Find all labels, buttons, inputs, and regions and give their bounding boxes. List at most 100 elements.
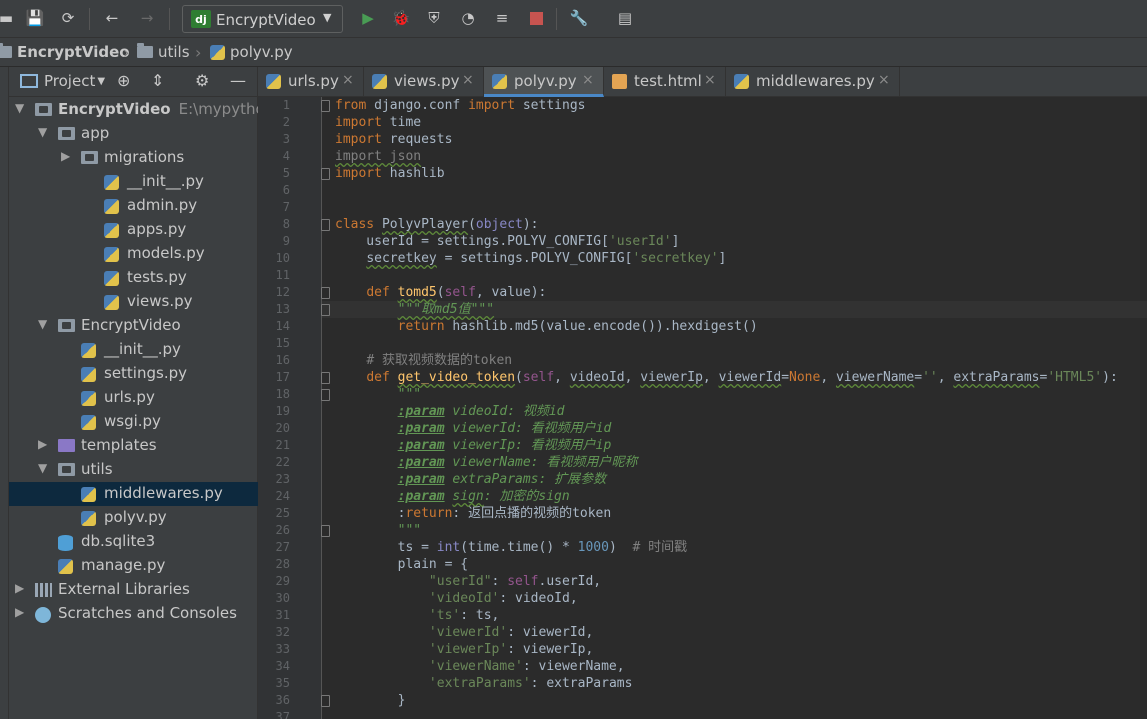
code-line[interactable]: userId = settings.POLYV_CONFIG['userId'] — [335, 233, 679, 250]
breadcrumb-item[interactable]: EncryptVideo — [0, 43, 130, 61]
code-line[interactable]: 'viewerName': viewerName, — [335, 658, 625, 675]
open-icon[interactable]: ▬ — [0, 7, 17, 29]
tree-item[interactable]: ▶ migrations — [9, 146, 258, 170]
code-line[interactable]: """ — [335, 522, 421, 539]
fold-marker-icon[interactable] — [321, 287, 330, 299]
forward-icon[interactable]: → — [136, 7, 158, 29]
tree-item[interactable]: urls.py — [9, 386, 258, 410]
close-icon[interactable]: × — [342, 72, 354, 88]
code-line[interactable]: 'ts': ts, — [335, 607, 499, 624]
stop-icon[interactable] — [525, 7, 547, 29]
chevron-right-icon[interactable]: ▶ — [15, 605, 27, 619]
code-line[interactable]: :param viewerId: 看视频用户id — [335, 420, 612, 437]
tab-test-html[interactable]: test.html × — [604, 67, 726, 97]
structure-icon[interactable]: ▤ — [614, 7, 636, 29]
tree-item[interactable]: __init__.py — [9, 338, 258, 362]
code-line[interactable]: 'extraParams': extraParams — [335, 675, 633, 692]
coverage-icon[interactable]: ⛨ — [423, 7, 445, 29]
code-line[interactable]: 'videoId': videoId, — [335, 590, 578, 607]
tree-item[interactable]: admin.py — [9, 194, 258, 218]
profile-icon[interactable]: ◔ — [457, 7, 479, 29]
tree-item[interactable]: models.py — [9, 242, 258, 266]
tree-item[interactable]: ▶ Scratches and Consoles — [9, 602, 258, 626]
tree-item[interactable]: manage.py — [9, 554, 258, 578]
tree-item[interactable]: apps.py — [9, 218, 258, 242]
code-line[interactable]: def get_video_token(self, videoId, viewe… — [335, 369, 1117, 386]
close-icon[interactable]: × — [582, 72, 594, 88]
back-icon[interactable]: ← — [101, 7, 123, 29]
code-line[interactable]: class PolyvPlayer(object): — [335, 216, 539, 233]
tree-item[interactable]: polyv.py — [9, 506, 258, 530]
line-number-gutter[interactable]: 1 2 3 4 5 6 7 8 9 10 11 12 13 14 15 16 17 18 19 20 21 22 23 24 2… — [258, 97, 322, 719]
code-line[interactable]: """ — [335, 386, 421, 403]
chevron-down-icon[interactable]: ▼ — [38, 317, 50, 331]
sync-icon[interactable]: ⟳ — [57, 7, 79, 29]
tree-item[interactable]: middlewares.py — [9, 482, 258, 506]
code-line[interactable]: :param videoId: 视频id — [335, 403, 565, 420]
settings-icon[interactable]: 🔧 — [568, 7, 590, 29]
tree-item[interactable]: ▼ utils — [9, 458, 258, 482]
breadcrumb-item[interactable]: utils — [137, 43, 190, 61]
fold-marker-icon[interactable] — [321, 168, 330, 180]
run-icon[interactable]: ▶ — [357, 7, 379, 29]
chevron-down-icon[interactable]: ▼ — [15, 101, 27, 115]
fold-marker-icon[interactable] — [321, 525, 330, 537]
tree-item[interactable]: wsgi.py — [9, 410, 258, 434]
code-line[interactable]: import time — [335, 114, 421, 131]
code-line[interactable]: secretkey = settings.POLYV_CONFIG['secre… — [335, 250, 726, 267]
gear-icon[interactable]: ⚙ — [195, 71, 209, 90]
tree-item[interactable]: tests.py — [9, 266, 258, 290]
chevron-down-icon[interactable]: ▼ — [38, 461, 50, 475]
chevron-right-icon[interactable]: ▶ — [61, 149, 73, 163]
tool-window-stripe[interactable] — [0, 67, 9, 719]
fold-marker-icon[interactable] — [321, 389, 330, 401]
code-line[interactable]: import json — [335, 148, 421, 165]
tree-item[interactable]: db.sqlite3 — [9, 530, 258, 554]
project-view-selector[interactable]: Project ▼ — [20, 72, 105, 90]
minimize-icon[interactable]: — — [230, 71, 246, 90]
code-line[interactable]: :param viewerName: 看视频用户昵称 — [335, 454, 638, 471]
tab-urls-py[interactable]: urls.py × — [258, 67, 364, 97]
tree-item[interactable]: __init__.py — [9, 170, 258, 194]
code-line[interactable]: plain = { — [335, 556, 468, 573]
tree-item[interactable]: ▼ EncryptVideo — [9, 314, 258, 338]
code-line[interactable]: # 获取视频数据的token — [335, 352, 512, 369]
tree-item[interactable]: ▼ app — [9, 122, 258, 146]
collapse-all-icon[interactable]: ⇕ — [151, 71, 164, 90]
chevron-down-icon[interactable]: ▼ — [38, 125, 50, 139]
breadcrumb-item[interactable]: polyv.py — [210, 43, 293, 61]
code-line[interactable]: :return: 返回点播的视频的token — [335, 505, 612, 522]
code-line[interactable]: :param extraParams: 扩展参数 — [335, 471, 607, 488]
debug-icon[interactable]: 🐞 — [390, 7, 412, 29]
code-line[interactable]: :param sign: 加密的sign — [335, 488, 570, 505]
tree-item[interactable]: ▼ EncryptVideo E:\mypython — [9, 98, 274, 122]
save-icon[interactable]: 💾 — [24, 7, 46, 29]
code-line[interactable]: """取md5值""" — [335, 301, 494, 318]
code-line[interactable]: from django.conf import settings — [335, 97, 585, 114]
tree-item[interactable]: views.py — [9, 290, 258, 314]
tree-item[interactable]: ▶ templates — [9, 434, 258, 458]
fold-marker-icon[interactable] — [321, 100, 330, 112]
code-editor[interactable]: 1 2 3 4 5 6 7 8 9 10 11 12 13 14 15 16 17 18 19 20 21 22 23 24 2… — [258, 97, 1147, 719]
fold-marker-icon[interactable] — [321, 695, 330, 707]
code-line[interactable]: "userId": self.userId, — [335, 573, 601, 590]
tab-polyv-py[interactable]: polyv.py × — [484, 67, 604, 97]
close-icon[interactable]: × — [878, 72, 890, 88]
tab-views-py[interactable]: views.py × — [364, 67, 484, 97]
code-line[interactable]: } — [335, 692, 406, 709]
code-line[interactable]: import hashlib — [335, 165, 445, 182]
fold-marker-icon[interactable] — [321, 372, 330, 384]
locate-icon[interactable]: ⊕ — [117, 71, 130, 90]
code-line[interactable]: return hashlib.md5(value.encode()).hexdi… — [335, 318, 758, 335]
code-line[interactable]: ts = int(time.time() * 1000) # 时间戳 — [335, 539, 687, 556]
close-icon[interactable]: × — [462, 72, 474, 88]
chevron-right-icon[interactable]: ▶ — [15, 581, 27, 595]
close-icon[interactable]: × — [704, 72, 716, 88]
code-line[interactable]: import requests — [335, 131, 452, 148]
code-line[interactable]: 'viewerId': viewerId, — [335, 624, 593, 641]
tree-item[interactable]: settings.py — [9, 362, 258, 386]
code-line[interactable]: def tomd5(self, value): — [335, 284, 546, 301]
fold-marker-icon[interactable] — [321, 219, 330, 231]
chevron-right-icon[interactable]: ▶ — [38, 437, 50, 451]
fold-marker-icon[interactable] — [321, 304, 330, 316]
